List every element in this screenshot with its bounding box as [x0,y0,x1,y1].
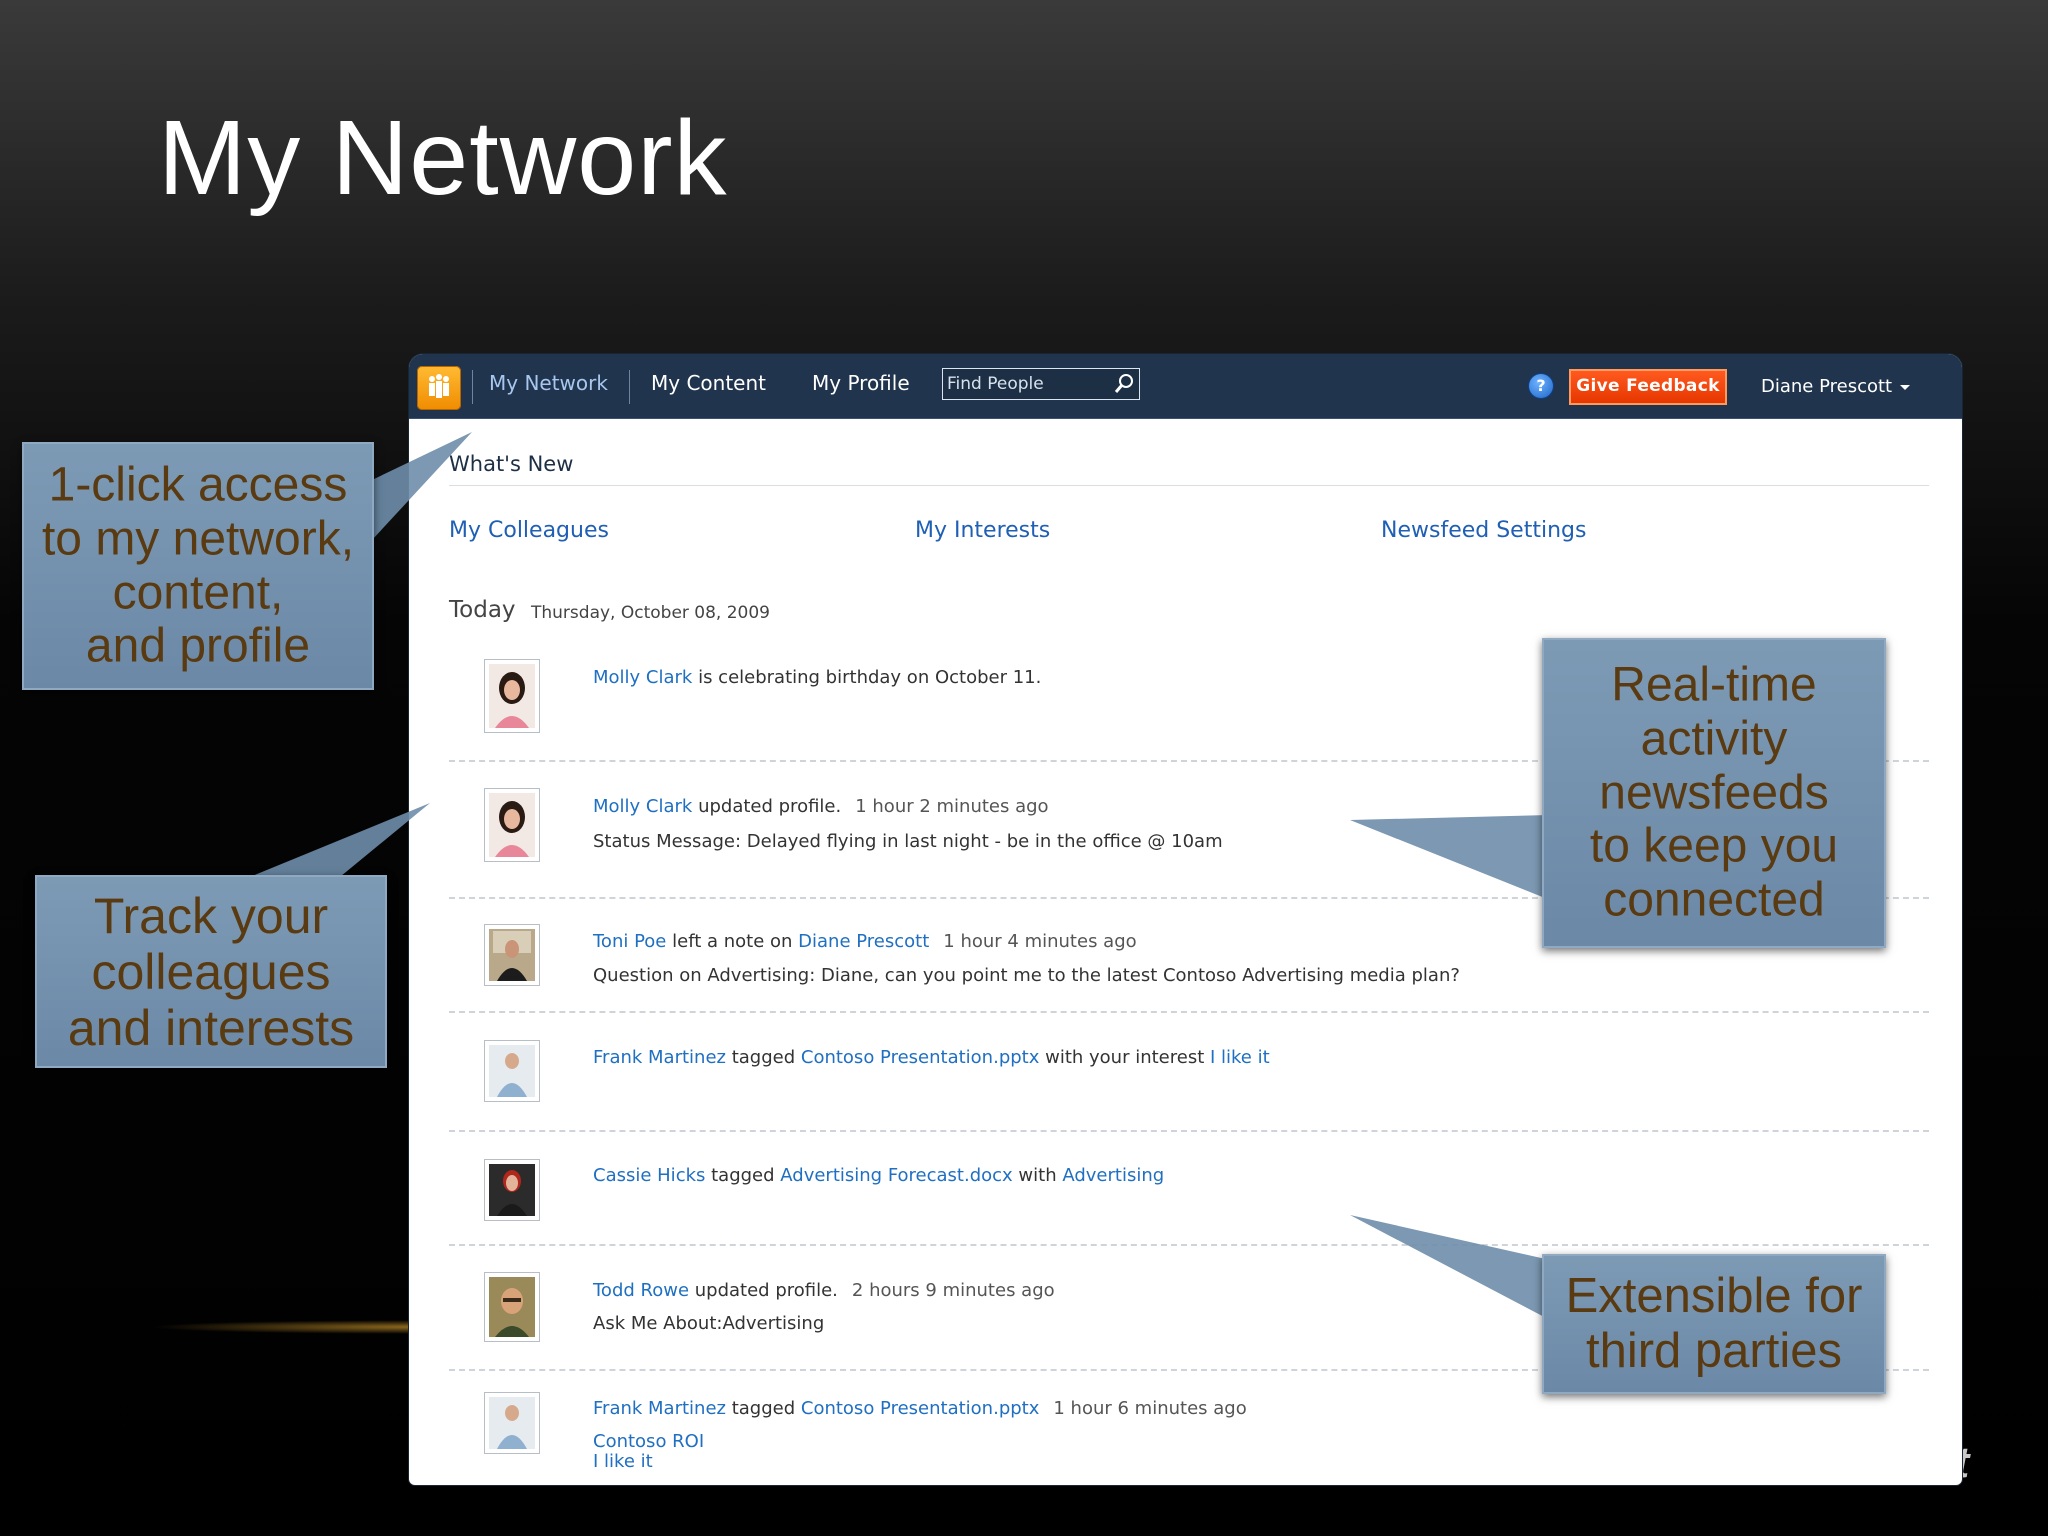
avatar-cassie-hicks[interactable] [484,1159,540,1221]
link-my-interests[interactable]: My Interests [915,518,1050,543]
activity-text: is celebrating birthday on October 11. [692,667,1042,688]
user-menu[interactable]: Diane Prescott [1761,376,1911,397]
activity-text: updated profile. [689,1280,838,1301]
help-icon[interactable]: ? [1529,374,1553,398]
today-date: Thursday, October 08, 2009 [531,603,770,623]
callout-track-text: Track your colleagues and interests [67,887,355,1056]
person-link[interactable]: Molly Clark [593,796,692,817]
activity-detail: Status Message: Delayed flying in last n… [593,831,1223,852]
chevron-down-icon [1900,384,1911,390]
give-feedback-button[interactable]: Give Feedback [1569,369,1727,405]
person-link[interactable]: Frank Martinez [593,1398,726,1419]
timestamp: 1 hour 6 minutes ago [1053,1398,1247,1419]
activity-text: tagged [705,1165,781,1186]
search-icon[interactable] [1113,373,1135,395]
callout-pointer [372,432,472,540]
tag-link[interactable]: Advertising [1062,1165,1164,1186]
person-link[interactable]: Todd Rowe [593,1280,689,1301]
nav-separator [472,370,473,404]
callout-access-text: 1-click access to my network, content, a… [41,458,355,673]
tag-link[interactable]: I like it [1210,1047,1270,1068]
person-link[interactable]: Cassie Hicks [593,1165,705,1186]
app-logo-icon[interactable] [417,366,461,410]
feed-divider [449,1244,1929,1246]
activity-text: left a note on [666,931,799,952]
feed-divider [449,1011,1929,1013]
avatar-toni-poe[interactable] [484,924,540,986]
today-label: Today [449,597,516,623]
callout-pointer [1350,815,1550,900]
find-people-box [942,368,1140,400]
decorative-glow [150,1320,420,1334]
tag-link[interactable]: I like it [593,1451,653,1472]
callout-track: Track your colleagues and interests [35,875,387,1068]
avatar-frank-martinez[interactable] [484,1040,540,1102]
callout-realtime-text: Real-time activity newsfeeds to keep you… [1589,658,1839,927]
activity-text: tagged [725,1047,801,1068]
target-person-link[interactable]: Diane Prescott [798,931,929,952]
person-link[interactable]: Molly Clark [593,667,692,688]
callout-access: 1-click access to my network, content, a… [22,442,374,690]
nav-separator [629,370,630,404]
document-link[interactable]: Contoso Presentation.pptx [801,1047,1040,1068]
callout-extensible-text: Extensible for third parties [1565,1269,1863,1378]
activity-detail: Ask Me About:Advertising [593,1313,825,1334]
activity-text: with your interest [1039,1047,1210,1068]
document-link[interactable]: Contoso Presentation.pptx [801,1398,1040,1419]
callout-realtime: Real-time activity newsfeeds to keep you… [1542,638,1886,948]
slide-title: My Network [158,99,728,217]
activity-text: with [1012,1165,1063,1186]
avatar-molly-clark[interactable] [484,788,540,862]
user-name: Diane Prescott [1761,376,1893,397]
person-link[interactable]: Toni Poe [593,931,666,952]
activity-text: updated profile. [692,796,842,817]
avatar-molly-clark[interactable] [484,659,540,733]
timestamp: 1 hour 2 minutes ago [855,796,1049,817]
nav-my-network[interactable]: My Network [489,371,608,395]
top-navigation-bar: My Network My Content My Profile ? Give … [409,354,1962,419]
callout-pointer [1350,1215,1550,1320]
timestamp: 1 hour 4 minutes ago [943,931,1137,952]
find-people-input[interactable] [947,372,1107,396]
timestamp: 2 hours 9 minutes ago [851,1280,1055,1301]
avatar-frank-martinez[interactable] [484,1392,540,1454]
link-newsfeed-settings[interactable]: Newsfeed Settings [1381,518,1586,543]
activity-text: tagged [725,1398,801,1419]
nav-my-profile[interactable]: My Profile [812,371,910,395]
callout-extensible: Extensible for third parties [1542,1254,1886,1394]
feed-divider [449,1130,1929,1132]
person-link[interactable]: Frank Martinez [593,1047,726,1068]
divider [449,485,1929,486]
nav-my-content[interactable]: My Content [651,371,766,395]
document-link[interactable]: Advertising Forecast.docx [780,1165,1012,1186]
tag-link[interactable]: Contoso ROI [593,1431,704,1452]
activity-detail: Question on Advertising: Diane, can you … [593,965,1460,986]
avatar-todd-rowe[interactable] [484,1272,540,1342]
callout-pointer [240,803,430,881]
